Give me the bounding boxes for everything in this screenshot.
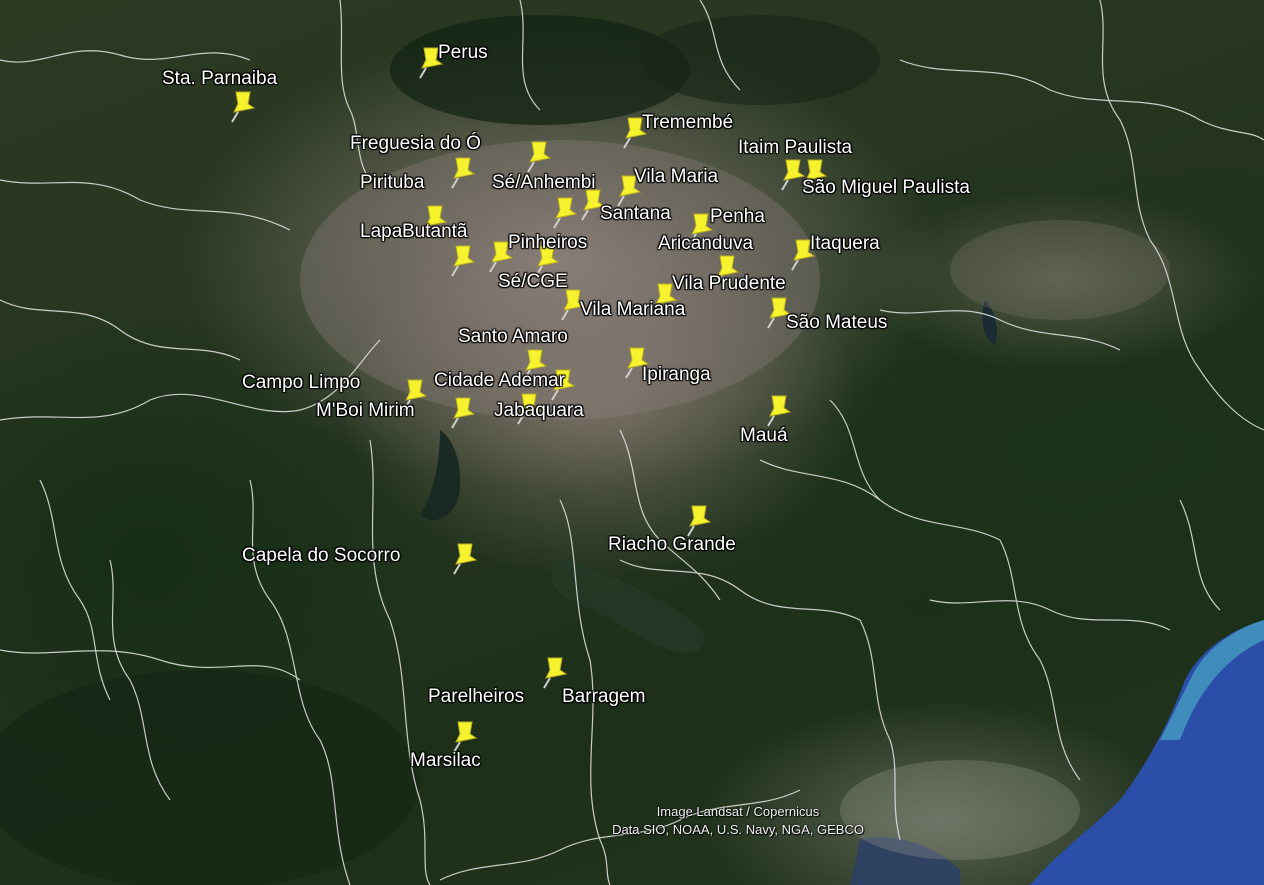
pushpin-icon[interactable] xyxy=(524,136,554,176)
attribution-imagery-line: Image Landsat / Copernicus xyxy=(656,804,820,819)
place-label-pinheiros[interactable]: Pinheiros xyxy=(508,232,587,254)
pushpin-icon[interactable] xyxy=(228,86,258,126)
pushpin-icon[interactable] xyxy=(448,240,478,280)
place-label-penha[interactable]: Penha xyxy=(710,206,765,228)
imagery-attribution: Image Landsat / Copernicus Data SIO, NOA… xyxy=(578,803,898,839)
reservoir-billings xyxy=(551,560,705,653)
place-label-se-anhembi[interactable]: Sé/Anhembi xyxy=(492,172,596,194)
place-label-barragem[interactable]: Barragem xyxy=(562,686,645,708)
place-label-marsilac[interactable]: Marsilac xyxy=(410,750,481,772)
forest-southwest xyxy=(0,670,420,885)
place-label-freguesia-do-o[interactable]: Freguesia do Ó xyxy=(350,133,481,155)
place-label-tremembe[interactable]: Tremembé xyxy=(642,112,733,134)
place-label-sta-parnaiba[interactable]: Sta. Parnaiba xyxy=(162,68,277,90)
place-label-pirituba[interactable]: Pirituba xyxy=(360,172,424,194)
place-label-sao-miguel-paulista[interactable]: São Miguel Paulista xyxy=(802,177,970,199)
place-label-capela-do-socorro[interactable]: Capela do Socorro xyxy=(242,545,400,567)
pushpin-icon[interactable] xyxy=(450,538,480,578)
place-label-sao-mateus[interactable]: São Mateus xyxy=(786,312,887,334)
place-label-vila-maria[interactable]: Vila Maria xyxy=(634,166,718,188)
place-label-parelheiros[interactable]: Parelheiros xyxy=(428,686,524,708)
pushpin-icon[interactable] xyxy=(550,192,580,232)
reservoir-guarapiranga xyxy=(420,430,461,520)
place-label-santo-amaro[interactable]: Santo Amaro xyxy=(458,326,568,348)
attribution-data-line: Data SIO, NOAA, U.S. Navy, NGA, GEBCO xyxy=(612,822,864,837)
place-label-ipiranga[interactable]: Ipiranga xyxy=(642,364,711,386)
place-label-vila-mariana[interactable]: Vila Mariana xyxy=(580,299,685,321)
place-label-itaim-paulista[interactable]: Itaim Paulista xyxy=(738,137,852,159)
place-label-lapa[interactable]: Lapa xyxy=(360,221,402,243)
place-label-cidade-ademar[interactable]: Cidade Ademar xyxy=(434,370,565,392)
place-label-campo-limpo[interactable]: Campo Limpo xyxy=(242,372,360,394)
pushpin-icon[interactable] xyxy=(764,390,794,430)
place-label-aricanduva[interactable]: Aricanduva xyxy=(658,233,753,255)
forest-cantareira xyxy=(640,15,880,105)
place-label-vila-prudente[interactable]: Vila Prudente xyxy=(672,273,786,295)
pushpin-icon[interactable] xyxy=(448,392,478,432)
place-label-butanta[interactable]: Butantã xyxy=(402,221,468,243)
place-label-riacho-grande[interactable]: Riacho Grande xyxy=(608,534,736,556)
place-label-itaquera[interactable]: Itaquera xyxy=(810,233,880,255)
place-label-mboi-mirim[interactable]: M'Boi Mirim xyxy=(316,400,415,422)
place-label-jabaquara[interactable]: Jabaquara xyxy=(494,400,584,422)
place-label-perus[interactable]: Perus xyxy=(438,42,488,64)
place-label-se-cge[interactable]: Sé/CGE xyxy=(498,271,568,293)
pushpin-icon[interactable] xyxy=(448,152,478,192)
map-view[interactable]: Perus Sta. Parnaiba Tremembé Freguesia d… xyxy=(0,0,1264,885)
place-label-santana[interactable]: Santana xyxy=(600,203,671,225)
place-label-maua[interactable]: Mauá xyxy=(740,425,788,447)
urban-east xyxy=(950,220,1170,320)
